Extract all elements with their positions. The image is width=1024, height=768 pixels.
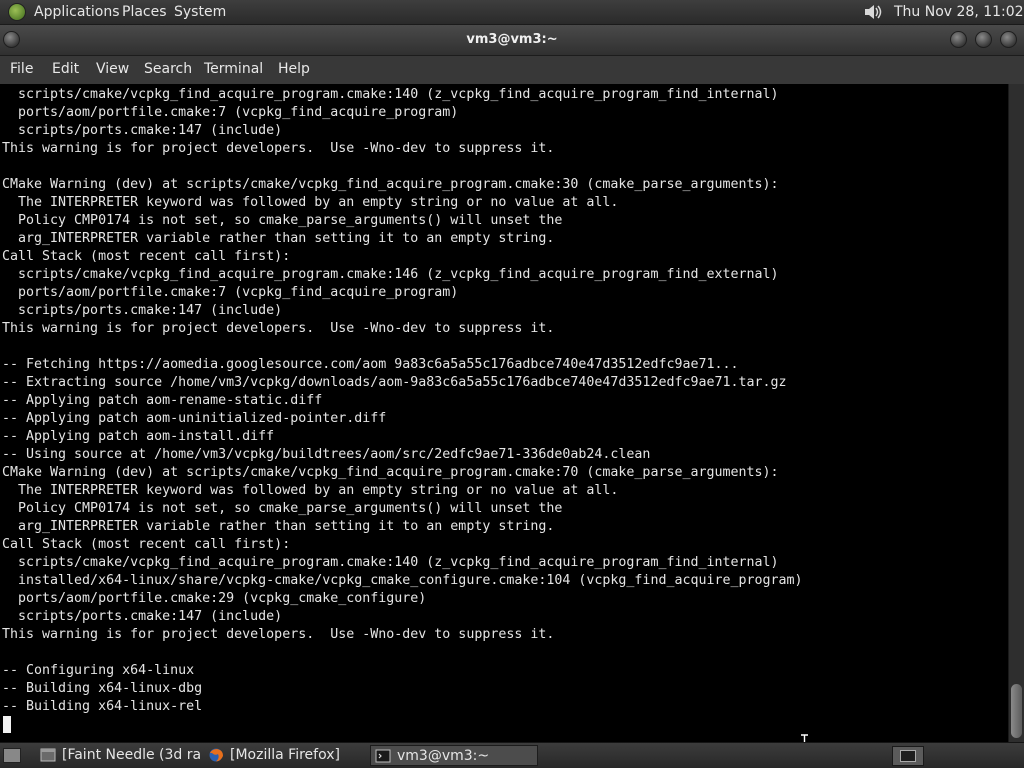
- terminal-line: arg_INTERPRETER variable rather than set…: [2, 231, 555, 246]
- taskbar-item-label: [Faint Needle (3d ra...: [62, 747, 200, 763]
- terminal-line: scripts/cmake/vcpkg_find_acquire_program…: [2, 267, 779, 282]
- show-desktop-button[interactable]: [3, 748, 21, 763]
- terminal-line: scripts/ports.cmake:147 (include): [2, 609, 283, 624]
- taskbar-item-firefox[interactable]: [Mozilla Firefox]: [204, 745, 366, 766]
- ibeam-cursor-icon: [801, 734, 808, 742]
- terminal-menubar: File Edit View Search Terminal Help: [0, 56, 1024, 84]
- terminal-line: CMake Warning (dev) at scripts/cmake/vcp…: [2, 177, 779, 192]
- workspace-switcher[interactable]: [892, 746, 924, 766]
- terminal-icon: [375, 749, 391, 763]
- desktop: Applications Places System Thu Nov 28, 1…: [0, 0, 1024, 768]
- app-window-icon: [40, 748, 56, 762]
- workspace-1[interactable]: [900, 750, 916, 762]
- taskbar-item-label: [Mozilla Firefox]: [230, 747, 340, 763]
- maximize-button[interactable]: [975, 31, 992, 48]
- firefox-icon: [209, 748, 223, 762]
- applications-menu[interactable]: Applications: [34, 4, 120, 21]
- terminal-line: ports/aom/portfile.cmake:7 (vcpkg_find_a…: [2, 105, 459, 120]
- terminal-line: This warning is for project developers. …: [2, 321, 555, 336]
- terminal-line: CMake Warning (dev) at scripts/cmake/vcp…: [2, 465, 779, 480]
- close-button[interactable]: [1000, 31, 1017, 48]
- terminal-line: Policy CMP0174 is not set, so cmake_pars…: [2, 213, 563, 228]
- menu-file[interactable]: File: [10, 61, 33, 78]
- terminal-line: -- Using source at /home/vm3/vcpkg/build…: [2, 447, 651, 462]
- taskbar-item-label: vm3@vm3:~: [397, 748, 490, 764]
- menu-edit[interactable]: Edit: [52, 61, 79, 78]
- terminal-line: This warning is for project developers. …: [2, 627, 555, 642]
- terminal-line: installed/x64-linux/share/vcpkg-cmake/vc…: [2, 573, 803, 588]
- terminal-line: -- Configuring x64-linux: [2, 663, 195, 678]
- places-menu[interactable]: Places: [122, 4, 167, 21]
- terminal-line: Call Stack (most recent call first):: [2, 537, 291, 552]
- terminal-output: scripts/cmake/vcpkg_find_acquire_program…: [2, 86, 803, 716]
- gnome-foot-icon[interactable]: [8, 3, 26, 21]
- window-titlebar[interactable]: vm3@vm3:~: [0, 25, 1024, 56]
- terminal-line: Policy CMP0174 is not set, so cmake_pars…: [2, 501, 563, 516]
- text-cursor: [3, 716, 11, 733]
- terminal-line: scripts/ports.cmake:147 (include): [2, 123, 283, 138]
- terminal-line: scripts/cmake/vcpkg_find_acquire_program…: [2, 555, 779, 570]
- menu-search[interactable]: Search: [144, 61, 192, 78]
- terminal-line: ports/aom/portfile.cmake:29 (vcpkg_cmake…: [2, 591, 427, 606]
- terminal-area[interactable]: scripts/cmake/vcpkg_find_acquire_program…: [0, 84, 1008, 742]
- menu-view[interactable]: View: [96, 61, 129, 78]
- taskbar-item-terminal[interactable]: vm3@vm3:~: [370, 745, 538, 766]
- terminal-line: -- Extracting source /home/vm3/vcpkg/dow…: [2, 375, 787, 390]
- terminal-line: scripts/ports.cmake:147 (include): [2, 303, 283, 318]
- terminal-line: -- Building x64-linux-dbg: [2, 681, 203, 696]
- minimize-button[interactable]: [950, 31, 967, 48]
- bottom-taskbar: [Faint Needle (3d ra... [Mozilla Firefox…: [0, 742, 1024, 768]
- speaker-volume-icon[interactable]: [863, 3, 885, 21]
- terminal-line: -- Applying patch aom-install.diff: [2, 429, 275, 444]
- terminal-line: This warning is for project developers. …: [2, 141, 555, 156]
- terminal-line: The INTERPRETER keyword was followed by …: [2, 483, 619, 498]
- terminal-scrollbar[interactable]: [1008, 84, 1024, 742]
- terminal-line: Call Stack (most recent call first):: [2, 249, 291, 264]
- top-panel: Applications Places System Thu Nov 28, 1…: [0, 0, 1024, 25]
- menu-help[interactable]: Help: [278, 61, 310, 78]
- terminal-line: -- Fetching https://aomedia.googlesource…: [2, 357, 739, 372]
- terminal-line: -- Building x64-linux-rel: [2, 699, 203, 714]
- terminal-line: arg_INTERPRETER variable rather than set…: [2, 519, 555, 534]
- system-menu[interactable]: System: [174, 4, 226, 21]
- terminal-line: -- Applying patch aom-uninitialized-poin…: [2, 411, 387, 426]
- panel-clock[interactable]: Thu Nov 28, 11:02 PM: [894, 4, 1024, 21]
- terminal-line: The INTERPRETER keyword was followed by …: [2, 195, 619, 210]
- terminal-line: scripts/cmake/vcpkg_find_acquire_program…: [2, 87, 779, 102]
- terminal-line: ports/aom/portfile.cmake:7 (vcpkg_find_a…: [2, 285, 459, 300]
- taskbar-item-faint-needle[interactable]: [Faint Needle (3d ra...: [36, 745, 200, 766]
- scrollbar-thumb[interactable]: [1011, 684, 1022, 738]
- window-title: vm3@vm3:~: [466, 32, 558, 47]
- menu-terminal[interactable]: Terminal: [204, 61, 263, 78]
- terminal-line: -- Applying patch aom-rename-static.diff: [2, 393, 323, 408]
